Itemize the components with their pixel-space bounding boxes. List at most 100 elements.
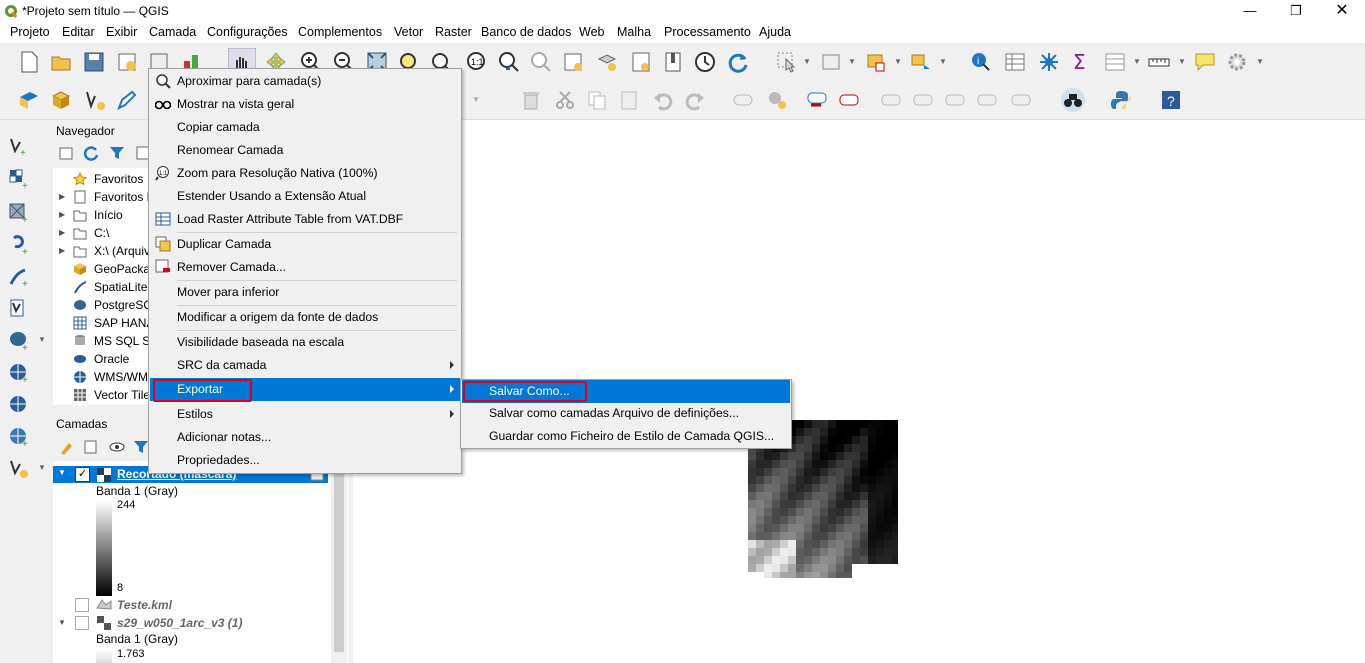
bookmark-book-icon[interactable] bbox=[662, 51, 684, 73]
menu-camada[interactable]: Camada bbox=[149, 25, 196, 39]
menu-item-zoom-to-layer[interactable]: Aproximar para camada(s) bbox=[150, 70, 460, 93]
show-bookmarks-icon[interactable] bbox=[596, 51, 618, 73]
identify-features-icon[interactable]: i bbox=[970, 51, 992, 73]
pin-labels-icon[interactable] bbox=[880, 89, 902, 111]
layer-checkbox[interactable]: ✓ bbox=[75, 467, 90, 482]
visibility-eye-icon[interactable] bbox=[109, 439, 125, 455]
menu-item-duplicate-layer[interactable]: Duplicar Camada bbox=[150, 233, 460, 256]
menu-item-move-bottom[interactable]: Mover para inferior bbox=[150, 281, 460, 304]
spatial-bookmark-icon[interactable] bbox=[630, 51, 652, 73]
new-geopackage-icon[interactable] bbox=[50, 89, 72, 111]
new-project-icon[interactable] bbox=[18, 51, 40, 73]
table-dropdown-icon[interactable]: ▼ bbox=[1133, 57, 1141, 66]
database-dropdown-icon[interactable]: ▼ bbox=[38, 335, 46, 344]
select-features-icon[interactable] bbox=[776, 51, 798, 73]
expand-arrow-icon[interactable]: ▶ bbox=[59, 224, 65, 242]
add-delimited-text-icon[interactable]: + bbox=[8, 234, 30, 256]
zoom-native-toolbar-icon[interactable]: 1:1 bbox=[466, 51, 488, 73]
menu-item-copy-layer[interactable]: Copiar camada bbox=[150, 116, 460, 139]
new-shapefile-icon[interactable] bbox=[84, 89, 106, 111]
menu-ajuda[interactable]: Ajuda bbox=[759, 25, 791, 39]
new-layer-dropdown-icon[interactable]: ▼ bbox=[38, 463, 46, 472]
gps-binoculars-icon[interactable] bbox=[1060, 87, 1086, 113]
python-console-icon[interactable] bbox=[1110, 89, 1132, 111]
add-postgis-icon[interactable]: + bbox=[8, 330, 30, 352]
expand-arrow-icon[interactable]: ▼ bbox=[58, 468, 66, 477]
expand-arrow-icon[interactable]: ▶ bbox=[59, 188, 65, 206]
new-bookmark-icon[interactable] bbox=[562, 51, 584, 73]
edit-dropdown-icon[interactable]: ▼ bbox=[472, 95, 480, 104]
scrollbar-thumb[interactable] bbox=[334, 472, 344, 652]
menu-item-remove-layer[interactable]: Remover Camada... bbox=[150, 256, 460, 279]
menu-item-add-notes[interactable]: Adicionar notas... bbox=[150, 426, 460, 449]
menu-item-stretch-extent[interactable]: Estender Usando a Extensão Atual bbox=[150, 185, 460, 208]
add-selected-icon[interactable] bbox=[59, 145, 75, 161]
layer-name[interactable]: Teste.kml bbox=[117, 598, 172, 612]
menu-item-scale-visibility[interactable]: Visibilidade baseada na escala bbox=[150, 331, 460, 354]
save-project-icon[interactable] bbox=[83, 51, 105, 73]
menu-complementos[interactable]: Complementos bbox=[298, 25, 382, 39]
add-raster-layer-icon[interactable]: + bbox=[8, 168, 30, 190]
menu-item-show-overview[interactable]: Mostrar na vista geral bbox=[150, 93, 460, 116]
filter-legend-icon[interactable] bbox=[133, 439, 149, 455]
measure-line-icon[interactable] bbox=[1148, 51, 1170, 73]
add-wfs-icon[interactable] bbox=[8, 394, 30, 416]
change-label-icon[interactable] bbox=[1010, 89, 1032, 111]
add-mesh-layer-icon[interactable]: + bbox=[8, 202, 30, 224]
move-label-icon[interactable] bbox=[944, 89, 966, 111]
menu-item-load-rat[interactable]: Load Raster Attribute Table from VAT.DBF bbox=[150, 208, 460, 231]
menu-malha[interactable]: Malha bbox=[617, 25, 651, 39]
delete-selected-icon[interactable] bbox=[520, 89, 542, 111]
help-icon[interactable]: ? bbox=[1160, 89, 1182, 111]
new-vector-layer-icon[interactable] bbox=[8, 458, 30, 480]
undo-icon[interactable] bbox=[652, 89, 674, 111]
close-button[interactable]: ✕ bbox=[1319, 0, 1365, 22]
menu-editar[interactable]: Editar bbox=[62, 25, 95, 39]
menu-exibir[interactable]: Exibir bbox=[106, 25, 137, 39]
select-location-dropdown-icon[interactable]: ▼ bbox=[939, 57, 947, 66]
open-project-icon[interactable] bbox=[50, 51, 72, 73]
add-wms-icon[interactable]: + bbox=[8, 362, 30, 384]
zoom-next-icon[interactable] bbox=[530, 51, 552, 73]
open-table-icon[interactable] bbox=[1104, 51, 1126, 73]
field-calculator-icon[interactable] bbox=[1038, 51, 1060, 73]
menu-item-change-source[interactable]: Modificar a origem da fonte de dados bbox=[150, 306, 460, 329]
expand-arrow-icon[interactable]: ▼ bbox=[58, 618, 66, 627]
layer-checkbox[interactable] bbox=[75, 616, 89, 630]
menu-item-properties[interactable]: Propriedades... bbox=[150, 449, 460, 472]
data-source-manager-icon[interactable] bbox=[18, 89, 40, 111]
select-dropdown-icon[interactable]: ▼ bbox=[803, 57, 811, 66]
settings-gear-icon[interactable] bbox=[1226, 51, 1248, 73]
menu-vetor[interactable]: Vetor bbox=[394, 25, 423, 39]
layer-labeling-icon[interactable] bbox=[806, 89, 828, 111]
select-by-value-icon[interactable] bbox=[820, 51, 842, 73]
add-vector-layer-icon[interactable]: + bbox=[8, 136, 30, 158]
rotate-label-icon[interactable] bbox=[976, 89, 998, 111]
refresh-icon[interactable] bbox=[727, 51, 749, 73]
add-wcs-icon[interactable]: + bbox=[8, 426, 30, 448]
temporal-clock-icon[interactable] bbox=[694, 51, 716, 73]
attribute-table-icon[interactable] bbox=[1004, 51, 1026, 73]
settings-dropdown-icon[interactable]: ▼ bbox=[1256, 57, 1264, 66]
copy-features-icon[interactable] bbox=[586, 89, 608, 111]
submenu-item-save-style[interactable]: Guardar como Ficheiro de Estilo de Camad… bbox=[462, 425, 790, 448]
menu-projeto[interactable]: Projeto bbox=[10, 25, 50, 39]
layer-name[interactable]: s29_w050_1arc_v3 (1) bbox=[117, 616, 242, 630]
menu-item-zoom-native[interactable]: 1:1 Zoom para Resolução Nativa (100%) bbox=[150, 162, 460, 185]
menu-item-styles[interactable]: Estilos bbox=[150, 403, 460, 426]
new-print-layout-icon[interactable] bbox=[116, 51, 138, 73]
style-layer-icon[interactable] bbox=[59, 439, 75, 455]
show-hide-labels-icon[interactable] bbox=[912, 89, 934, 111]
menu-web[interactable]: Web bbox=[579, 25, 604, 39]
cut-features-icon[interactable] bbox=[554, 89, 576, 111]
menu-configuracoes[interactable]: Configurações bbox=[207, 25, 288, 39]
refresh-browser-icon[interactable] bbox=[83, 145, 99, 161]
menu-processamento[interactable]: Processamento bbox=[664, 25, 751, 39]
deselect-dropdown-icon[interactable]: ▼ bbox=[894, 57, 902, 66]
expand-arrow-icon[interactable]: ▶ bbox=[59, 242, 65, 260]
minimize-button[interactable]: — bbox=[1227, 0, 1273, 22]
layer-checkbox[interactable] bbox=[75, 598, 89, 612]
add-virtual-layer-icon[interactable] bbox=[8, 298, 30, 320]
select-value-dropdown-icon[interactable]: ▼ bbox=[848, 57, 856, 66]
menu-item-layer-crs[interactable]: SRC da camada bbox=[150, 354, 460, 377]
